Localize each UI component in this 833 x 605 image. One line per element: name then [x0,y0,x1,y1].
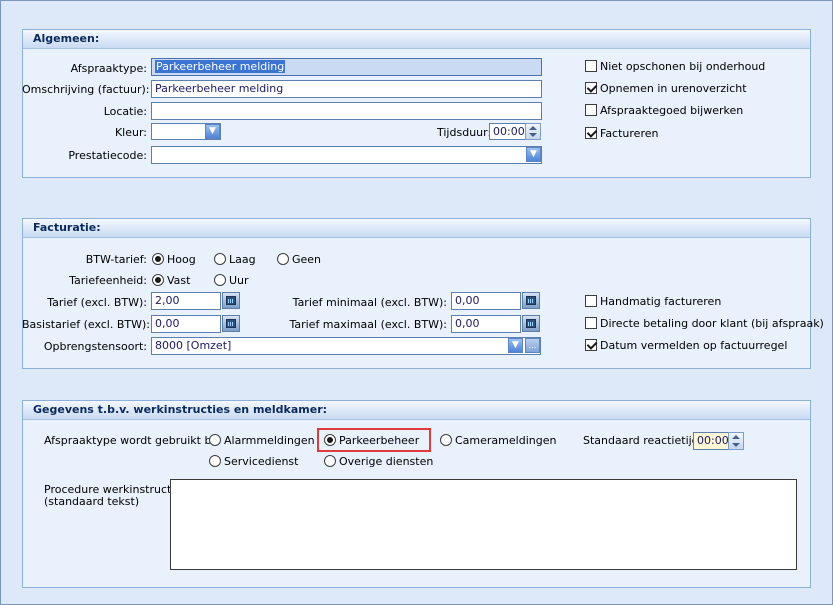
radio-servicedienst-label: Servicedienst [224,455,299,468]
tijdsduur-spin-icon[interactable] [525,123,541,140]
btw-label: BTW-tarief: [85,253,147,266]
radio-camerameldingen[interactable] [440,434,452,446]
tarief-input[interactable]: 2,00 [151,292,221,310]
check-handmatig-factureren[interactable] [585,295,597,307]
radio-btw-geen-label: Geen [292,253,322,266]
reactietijd-input[interactable]: 00:00 [693,432,729,450]
radio-btw-geen[interactable] [277,253,289,265]
procedure-textarea[interactable] [170,479,797,570]
radio-parkeerbeheer-label: Parkeerbeheer [339,434,420,447]
radio-overige-diensten[interactable] [324,455,336,467]
calculator-icon[interactable] [522,315,540,332]
check-factureren-label: Factureren [600,127,659,140]
tariefeenheid-label: Tariefeenheid: [69,274,147,287]
omschrijving-label: Omschrijving (factuur): [22,83,150,96]
omschrijving-input[interactable]: Parkeerbeheer melding [151,80,542,98]
radio-overige-diensten-label: Overige diensten [339,455,434,468]
check-datum-vermelden[interactable] [585,339,597,351]
tarief-max-label: Tarief maximaal (excl. BTW): [289,318,447,331]
chevron-down-icon: ▼ [209,126,216,136]
radio-btw-hoog-label: Hoog [167,253,196,266]
radio-btw-hoog[interactable] [152,253,164,265]
opbrengstensoort-lookup-button[interactable]: … [525,338,540,353]
radio-btw-laag-label: Laag [229,253,256,266]
kleur-dropdown-button[interactable]: ▼ [205,124,220,139]
tarief-min-label: Tarief minimaal (excl. BTW): [292,296,447,309]
opbrengstensoort-select[interactable]: 8000 [Omzet] [151,337,541,355]
basistarief-input[interactable]: 0,00 [151,315,221,333]
chevron-down-icon: ▼ [512,340,519,350]
panel-facturatie-title: Facturatie: [23,219,810,238]
panel-werkinstructies-title: Gegevens t.b.v. werkinstructies en meldk… [23,401,810,420]
tijdsduur-input[interactable]: 00:00 [489,123,527,140]
kleur-label: Kleur: [114,126,147,139]
radio-tarief-uur[interactable] [214,274,226,286]
radio-tarief-vast-label: Vast [167,274,191,287]
check-opnemen-label: Opnemen in urenoverzicht [600,82,747,95]
procedure-label-line2: (standaard tekst) [44,495,140,508]
calculator-icon[interactable] [222,292,240,309]
radio-tarief-vast[interactable] [152,274,164,286]
panel-algemeen-title: Algemeen: [23,30,810,49]
ellipsis-icon: … [528,341,537,350]
check-niet-opschonen[interactable] [585,60,597,72]
calculator-icon[interactable] [222,315,240,332]
prestatiecode-label: Prestatiecode: [68,149,147,162]
tarief-max-input[interactable]: 0,00 [451,315,521,333]
check-opnemen-urenoverzicht[interactable] [585,82,597,94]
locatie-input[interactable] [151,102,542,120]
radio-tarief-uur-label: Uur [229,274,249,287]
check-directe-betaling[interactable] [585,317,597,329]
locatie-label: Locatie: [103,105,147,118]
afspraaktype-input[interactable]: Parkeerbeheer melding [151,58,542,76]
afspraaktype-value: Parkeerbeheer melding [155,60,286,73]
check-directe-betaling-label: Directe betaling door klant (bij afspraa… [600,317,824,330]
check-niet-opschonen-label: Niet opschonen bij onderhoud [600,60,766,73]
chevron-down-icon: ▼ [530,149,537,159]
reactietijd-spin-icon[interactable] [728,432,744,450]
check-afspraaktegoed-label: Afspraaktegoed bijwerken [600,104,744,117]
tijdsduur-label: Tijdsduur: [437,126,492,139]
check-handmatig-label: Handmatig factureren [600,295,722,308]
check-datum-vermelden-label: Datum vermelden op factuurregel [600,339,788,352]
tarief-min-input[interactable]: 0,00 [451,292,521,310]
radio-btw-laag[interactable] [214,253,226,265]
radio-alarmmeldingen[interactable] [209,434,221,446]
check-afspraaktegoed[interactable] [585,104,597,116]
calculator-icon[interactable] [522,292,540,309]
afspraaktype-label: Afspraaktype: [70,62,147,75]
opbrengstensoort-dropdown-button[interactable]: ▼ [508,338,523,353]
check-factureren[interactable] [585,127,597,139]
basistarief-label: Basistarief (excl. BTW): [22,318,150,331]
radio-alarmmeldingen-label: Alarmmeldingen [224,434,315,447]
prestatiecode-dropdown-button[interactable]: ▼ [526,147,541,162]
tarief-label: Tarief (excl. BTW): [47,296,147,309]
radio-servicedienst[interactable] [209,455,221,467]
radio-parkeerbeheer[interactable] [324,434,336,446]
radio-camerameldingen-label: Camerameldingen [455,434,557,447]
gebruikt-bij-label: Afspraaktype wordt gebruikt bij: [44,434,222,447]
reactietijd-label: Standaard reactietijd: [583,434,703,447]
prestatiecode-select[interactable] [151,146,542,164]
opbrengstensoort-label: Opbrengstensoort: [43,340,147,353]
